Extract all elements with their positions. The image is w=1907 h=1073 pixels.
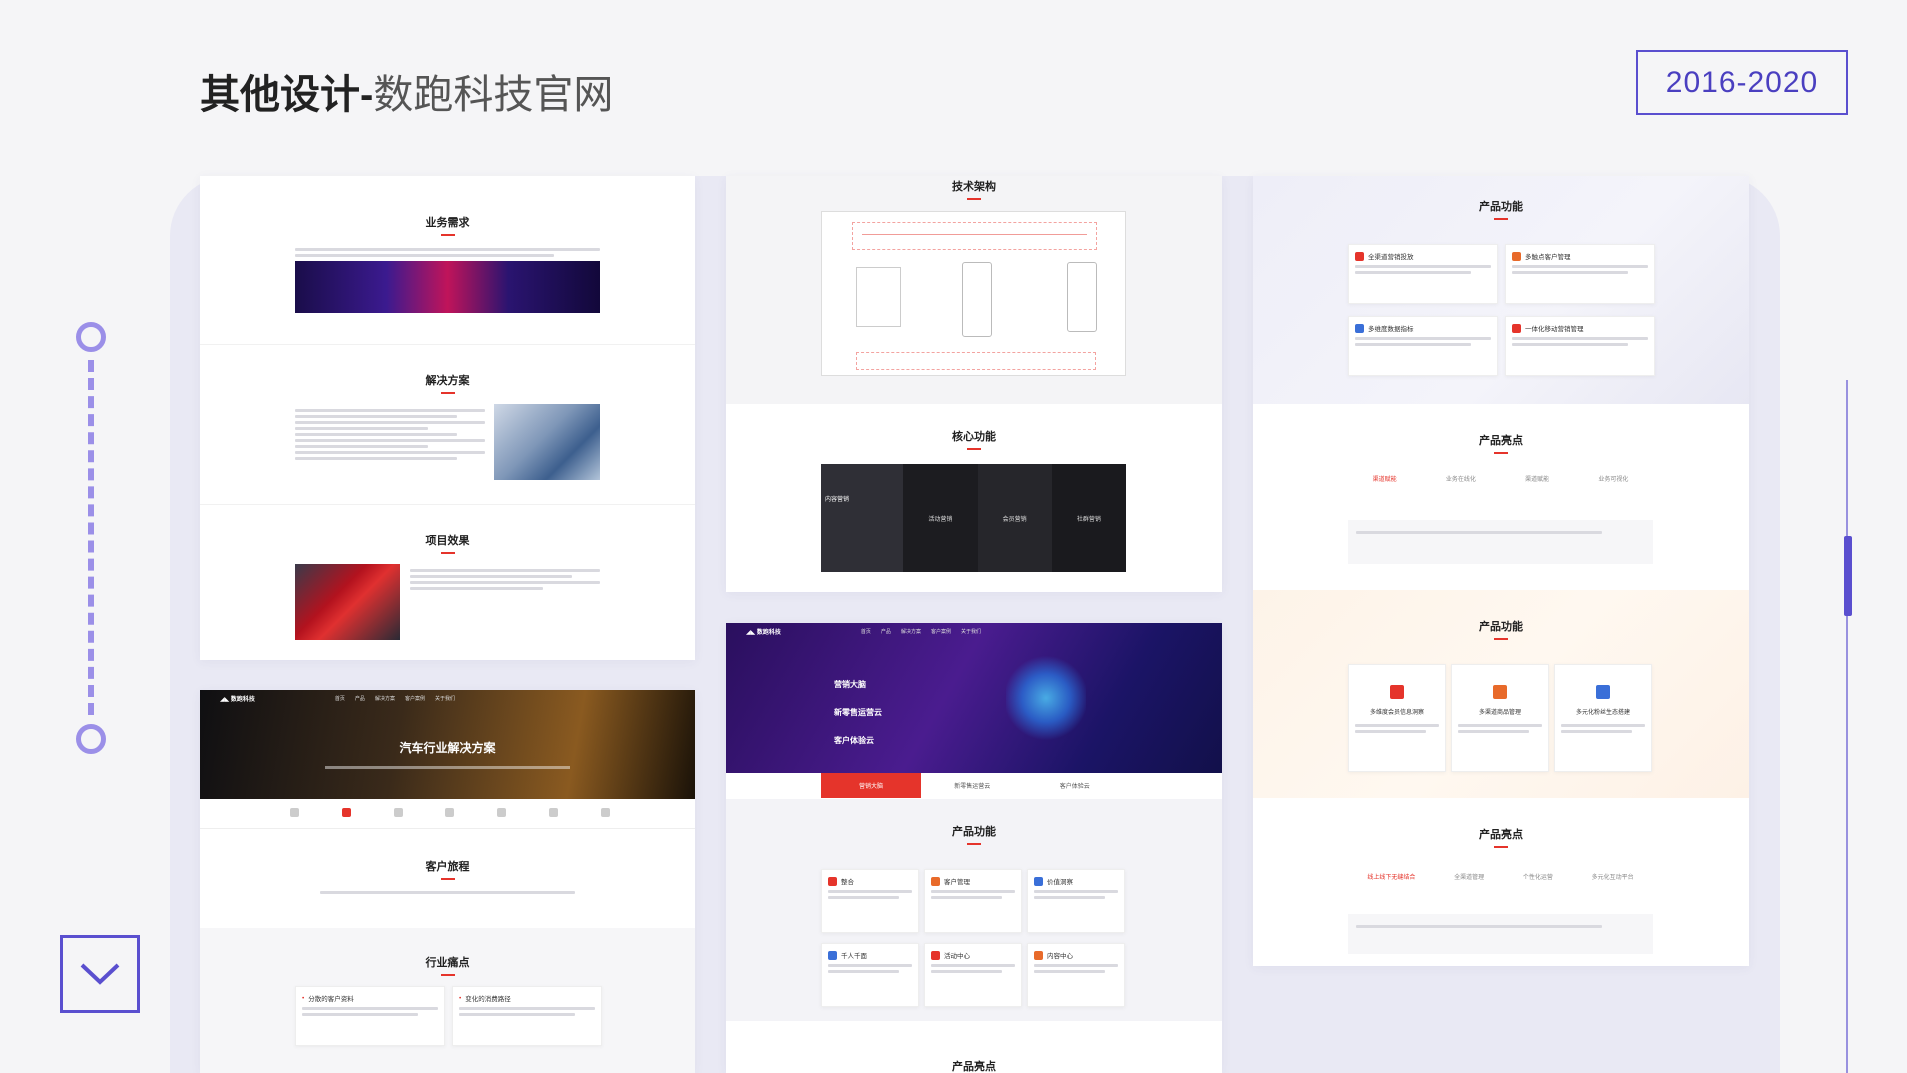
tab-retail[interactable]: 新零售运营云	[921, 781, 1024, 790]
func-item-3: 价值洞察	[1047, 879, 1073, 886]
solution-photo	[494, 404, 600, 480]
scrollbar-thumb[interactable]	[1844, 536, 1852, 616]
col2-arch-panel: 技术架构 核心功能 内容营销 活动营销 会员营销 社群营销	[726, 176, 1222, 592]
func-card-3: 价值洞察	[1027, 869, 1125, 933]
product-nav: ◢◣ 数跑科技 首页 产品 解决方案 客户案例 关于我们	[746, 628, 981, 636]
logo: ◢◣ 数跑科技	[220, 696, 255, 703]
tab-brain[interactable]: 营销大脑	[821, 773, 921, 798]
col3-highlight-a-4[interactable]: 业务可视化	[1598, 474, 1628, 483]
col3-highlight-a-3[interactable]: 渠道赋能	[1525, 474, 1549, 483]
page-title-light: 数跑科技官网	[373, 73, 614, 117]
effect-title: 项目效果	[200, 532, 695, 554]
product-highlight-title: 产品亮点	[726, 1058, 1222, 1073]
col3-highlight-b-3[interactable]: 个性化运营	[1523, 872, 1553, 881]
arch-title: 技术架构	[726, 178, 1222, 200]
journey-title: 客户旅程	[200, 858, 695, 880]
col3-func-b-card-3: 多元化粉丝生态搭建	[1554, 664, 1652, 772]
col3-highlight-a-row: 渠道赋能 业务在线化 渠道赋能 业务可视化	[1348, 474, 1653, 483]
func-item-5: 活动中心	[944, 953, 970, 960]
col3-func-b-item-2: 多渠道商品管理	[1478, 710, 1521, 716]
solution-title: 解决方案	[200, 372, 695, 394]
col3-func-a-card-2: 多触点客户管理	[1505, 244, 1655, 304]
effect-car-photo	[295, 564, 400, 640]
func-item-4: 千人千面	[841, 953, 867, 960]
architecture-diagram	[821, 211, 1126, 376]
func-item-6: 内容中心	[1047, 953, 1073, 960]
product-func-title: 产品功能	[726, 823, 1222, 845]
pain-title: 行业痛点	[200, 954, 695, 976]
col3-func-b-item-1: 多维度会员信息洞察	[1369, 710, 1424, 716]
hero-lines: 营销大脑 新零售运营云 客户体验云	[834, 671, 882, 755]
year-badge: 2016-2020	[1636, 50, 1848, 115]
core-item-2: 活动营销	[903, 464, 978, 572]
auto-hero-banner: ◢◣ 数跑科技 首页 产品 解决方案 客户案例 关于我们 汽车行业解决方案	[200, 690, 695, 799]
core-item-4: 社群营销	[1051, 464, 1126, 572]
pain-item-2: 变化的消费路径	[465, 996, 511, 1003]
product-hero-banner: ◢◣ 数跑科技 首页 产品 解决方案 客户案例 关于我们 营销大脑 新零售运营云 客户体验…	[726, 623, 1222, 773]
func-item-1: 整合	[841, 879, 854, 886]
func-card-1: 整合	[821, 869, 919, 933]
chevron-down-icon	[80, 963, 120, 985]
col3-func-a-item-2: 多触点客户管理	[1525, 254, 1571, 261]
func-item-2: 客户管理	[944, 879, 970, 886]
func-card-4: 千人千面	[821, 943, 919, 1007]
business-title: 业务需求	[200, 214, 695, 236]
hero-line-1: 营销大脑	[834, 680, 866, 689]
col3-func-a-card-4: 一体化移动营销管理	[1505, 316, 1655, 376]
col1-auto-panel: ◢◣ 数跑科技 首页 产品 解决方案 客户案例 关于我们 汽车行业解决方案 客户旅程 行业…	[200, 690, 695, 1073]
scrollbar-track[interactable]	[1846, 380, 1848, 1073]
timeline	[76, 322, 106, 754]
pain-item-1: 分散的客户资料	[308, 996, 354, 1003]
core-title: 核心功能	[726, 428, 1222, 450]
col3-func-b-card-2: 多渠道商品管理	[1451, 664, 1549, 772]
scroll-down-button[interactable]	[60, 935, 140, 1013]
col3-highlight-title-a: 产品亮点	[1253, 432, 1749, 454]
col3-func-b-card-1: 多维度会员信息洞察	[1348, 664, 1446, 772]
col3-highlight-b-4[interactable]: 多元化互动平台	[1592, 872, 1634, 881]
hero-illustration	[1006, 653, 1086, 743]
col3-func-b-item-3: 多元化粉丝生态搭建	[1575, 710, 1630, 716]
core-feature-strip: 内容营销 活动营销 会员营销 社群营销	[821, 464, 1126, 572]
func-card-2: 客户管理	[924, 869, 1022, 933]
timeline-start-circle	[76, 322, 106, 352]
core-item-3: 会员营销	[977, 464, 1052, 572]
col3-highlight-title-b: 产品亮点	[1253, 826, 1749, 848]
col3-highlight-b-2[interactable]: 全渠道管理	[1454, 872, 1484, 881]
col3-func-a-item-3: 多维度数据指标	[1368, 326, 1414, 333]
col3-product-panel: 产品功能 全渠道营销投放 多触点客户管理 多维度数据指标 一体化移动营销管理 产…	[1253, 176, 1749, 966]
product-tabs: 营销大脑 新零售运营云 客户体验云	[821, 773, 1126, 798]
pain-card-2: • 变化的消费路径	[452, 986, 602, 1046]
col3-func-a-item-4: 一体化移动营销管理	[1525, 326, 1584, 333]
col3-highlight-a-1[interactable]: 渠道赋能	[1373, 474, 1397, 483]
col3-highlight-a-2[interactable]: 业务在线化	[1446, 474, 1476, 483]
pain-card-1: • 分散的客户资料	[295, 986, 445, 1046]
col3-func-title-b: 产品功能	[1253, 618, 1749, 640]
page-title-bold: 其他设计-	[200, 73, 374, 117]
col3-func-title-a: 产品功能	[1253, 198, 1749, 220]
hero-line-2: 新零售运营云	[834, 708, 882, 717]
auto-hero-title: 汽车行业解决方案	[399, 741, 496, 755]
page-title: 其他设计-数跑科技官网	[200, 62, 613, 120]
effect-text	[410, 566, 600, 593]
func-card-6: 内容中心	[1027, 943, 1125, 1007]
col2-product-panel: ◢◣ 数跑科技 首页 产品 解决方案 客户案例 关于我们 营销大脑 新零售运营云 客户体验…	[726, 623, 1222, 1073]
col3-highlight-b-1[interactable]: 线上线下无缝结合	[1367, 872, 1415, 881]
col1-case-panel: 业务需求 解决方案 项目效果	[200, 176, 695, 660]
tab-experience[interactable]: 客户体验云	[1024, 781, 1127, 790]
col3-func-a-card-3: 多维度数据指标	[1348, 316, 1498, 376]
auto-tab-bar	[290, 808, 610, 817]
logo: ◢◣ 数跑科技	[746, 629, 781, 636]
business-banner-image	[295, 261, 600, 313]
core-item-1: 内容营销	[821, 464, 904, 572]
hero-line-3: 客户体验云	[834, 736, 874, 745]
business-text	[295, 248, 600, 257]
col3-func-a-item-1: 全渠道营销投放	[1368, 254, 1414, 261]
col3-highlight-b-row: 线上线下无缝结合 全渠道管理 个性化运营 多元化互动平台	[1348, 872, 1653, 881]
auto-nav: ◢◣ 数跑科技 首页 产品 解决方案 客户案例 关于我们	[220, 695, 455, 703]
func-card-5: 活动中心	[924, 943, 1022, 1007]
solution-text	[295, 406, 485, 463]
timeline-dashed-line	[88, 360, 94, 715]
timeline-end-circle	[76, 724, 106, 754]
col3-func-a-card-1: 全渠道营销投放	[1348, 244, 1498, 304]
